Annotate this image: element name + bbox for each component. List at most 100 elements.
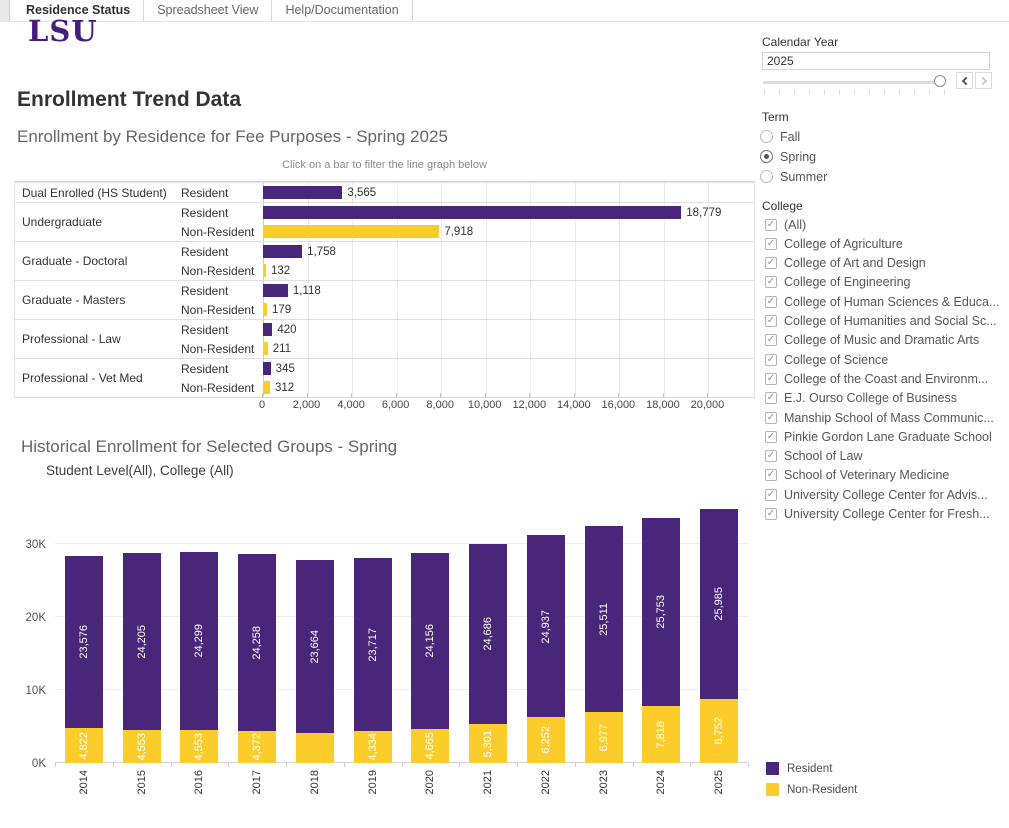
row-group-header[interactable]: Dual Enrolled (HS Student) <box>15 183 181 202</box>
college-checkbox-item[interactable]: ✓Manship School of Mass Communic... <box>765 409 994 426</box>
hist-bar[interactable]: 24,2994,553 <box>180 552 218 763</box>
term-radio-summer[interactable]: Summer <box>760 168 827 185</box>
college-checkbox-item[interactable]: ✓(All) <box>765 216 806 233</box>
page-title: Enrollment Trend Data <box>17 88 241 112</box>
residence-type-label[interactable]: Non-Resident <box>181 381 263 395</box>
hist-bar-nonresident-segment[interactable]: 4,334 <box>354 731 392 763</box>
hist-bar-nonresident-segment[interactable]: 4,553 <box>123 730 161 763</box>
residence-bar[interactable] <box>263 206 681 219</box>
residence-bar[interactable] <box>263 284 288 297</box>
hist-bar[interactable]: 24,1564,665 <box>411 553 449 763</box>
term-radio-fall[interactable]: Fall <box>760 128 800 145</box>
hist-bar-resident-segment[interactable]: 25,985 <box>700 509 738 699</box>
residence-bar[interactable] <box>263 323 272 336</box>
residence-bar[interactable] <box>263 245 302 258</box>
bar-value-label: 1,758 <box>307 246 336 258</box>
check-mark-icon: ✓ <box>767 393 775 403</box>
hist-bar-nonresident-segment[interactable]: 8,752 <box>700 699 738 763</box>
college-checkbox-item[interactable]: ✓College of Engineering <box>765 274 910 291</box>
hist-bar[interactable]: 25,7537,818 <box>642 518 680 763</box>
calendar-year-slider-knob[interactable] <box>934 75 946 87</box>
tab-help-documentation[interactable]: Help/Documentation <box>272 0 412 21</box>
hist-bar-resident-segment[interactable]: 24,299 <box>180 552 218 729</box>
checkbox-label: College of the Coast and Environm... <box>784 372 988 386</box>
residence-bar[interactable] <box>263 186 342 199</box>
residence-bar[interactable] <box>263 225 439 238</box>
hist-bar[interactable]: 23,5764,822 <box>65 556 103 763</box>
hist-bar-nonresident-segment[interactable]: 7,818 <box>642 706 680 763</box>
hist-bar-nonresident-segment[interactable]: 4,553 <box>180 730 218 763</box>
hist-bar-nonresident-segment[interactable] <box>296 733 334 763</box>
hist-bar-resident-segment[interactable]: 25,753 <box>642 518 680 706</box>
college-checkbox-item[interactable]: ✓University College Center for Fresh... <box>765 506 990 523</box>
hist-bar[interactable]: 23,7174,334 <box>354 558 392 763</box>
check-mark-icon: ✓ <box>767 335 775 345</box>
hist-bar[interactable]: 24,2584,372 <box>238 554 276 763</box>
year-next-button[interactable] <box>975 72 992 89</box>
calendar-year-input[interactable] <box>762 52 990 70</box>
row-group-header[interactable]: Graduate - Doctoral <box>15 242 181 280</box>
hist-bar-resident-segment[interactable]: 24,937 <box>527 535 565 717</box>
year-previous-button[interactable] <box>956 72 973 89</box>
college-checkbox-item[interactable]: ✓Pinkie Gordon Lane Graduate School <box>765 428 992 445</box>
hist-bar-band: 24,9376,252 <box>517 535 575 763</box>
hist-bar-resident-segment[interactable]: 23,717 <box>354 558 392 731</box>
college-checkbox-item[interactable]: ✓College of Science <box>765 351 888 368</box>
residence-type-label[interactable]: Resident <box>181 284 263 298</box>
hist-bar-nonresident-segment[interactable]: 4,822 <box>65 728 103 763</box>
residence-type-label[interactable]: Non-Resident <box>181 303 263 317</box>
hist-bar-resident-segment[interactable]: 23,576 <box>65 556 103 728</box>
residence-type-label[interactable]: Resident <box>181 323 263 337</box>
checkbox-icon: ✓ <box>765 373 777 385</box>
residence-type-label[interactable]: Resident <box>181 206 263 220</box>
hist-bar[interactable]: 24,9376,252 <box>527 535 565 763</box>
residence-type-label[interactable]: Resident <box>181 362 263 376</box>
row-group-header[interactable]: Professional - Vet Med <box>15 359 181 397</box>
hist-bar-nonresident-segment[interactable]: 5,301 <box>469 724 507 763</box>
hist-bar-nonresident-segment[interactable]: 4,372 <box>238 731 276 763</box>
residence-bar[interactable] <box>263 303 267 316</box>
hist-bar-resident-segment[interactable]: 24,156 <box>411 553 449 729</box>
college-checkbox-item[interactable]: ✓ College of the Coast and Environm... <box>765 370 988 387</box>
college-checkbox-item[interactable]: ✓College of Human Sciences & Educa... <box>765 293 999 310</box>
tab-scroll-stub[interactable] <box>0 0 10 21</box>
hist-bar[interactable]: 23,664 <box>296 560 334 763</box>
college-checkbox-item[interactable]: ✓College of Humanities and Social Sc... <box>765 313 997 330</box>
row-group-header[interactable]: Undergraduate <box>15 203 181 241</box>
hist-bar-resident-segment[interactable]: 24,205 <box>123 553 161 730</box>
hist-bar[interactable]: 25,5116,977 <box>585 526 623 763</box>
hist-bar[interactable]: 24,2054,553 <box>123 553 161 763</box>
hist-bar-resident-segment[interactable]: 23,664 <box>296 560 334 733</box>
tab-spreadsheet-view[interactable]: Spreadsheet View <box>144 0 272 21</box>
hist-bar-nonresident-segment[interactable]: 4,665 <box>411 729 449 763</box>
hist-bar[interactable]: 24,6865,301 <box>469 544 507 763</box>
calendar-year-slider-track[interactable] <box>763 81 941 84</box>
hist-bar-resident-segment[interactable]: 24,258 <box>238 554 276 731</box>
college-checkbox-item[interactable]: ✓School of Law <box>765 448 863 465</box>
college-checkbox-item[interactable]: ✓College of Art and Design <box>765 255 926 272</box>
hist-bar-nonresident-segment[interactable]: 6,252 <box>527 717 565 763</box>
residence-bar[interactable] <box>263 264 266 277</box>
row-group-header[interactable]: Professional - Law <box>15 320 181 358</box>
college-checkbox-item[interactable]: ✓E.J. Ourso College of Business <box>765 390 957 407</box>
college-checkbox-item[interactable]: ✓School of Veterinary Medicine <box>765 467 949 484</box>
residence-type-label[interactable]: Resident <box>181 245 263 259</box>
residence-type-label[interactable]: Non-Resident <box>181 225 263 239</box>
hist-bar-nonresident-segment[interactable]: 6,977 <box>585 712 623 763</box>
slider-tick-mark <box>899 90 900 95</box>
college-checkbox-item[interactable]: ✓University College Center for Advis... <box>765 486 988 503</box>
residence-bar[interactable] <box>263 342 268 355</box>
residence-bar[interactable] <box>263 362 271 375</box>
hist-bar-resident-segment[interactable]: 25,511 <box>585 526 623 712</box>
residence-bar[interactable] <box>263 381 270 394</box>
college-checkbox-item[interactable]: ✓College of Agriculture <box>765 235 903 252</box>
term-radio-spring[interactable]: Spring <box>760 148 816 165</box>
college-checkbox-item[interactable]: ✓College of Music and Dramatic Arts <box>765 332 979 349</box>
residence-type-label[interactable]: Resident <box>181 186 263 200</box>
hist-bar[interactable]: 25,9858,752 <box>700 509 738 763</box>
hist-bar-resident-segment[interactable]: 24,686 <box>469 544 507 724</box>
row-group-header[interactable]: Graduate - Masters <box>15 281 181 319</box>
check-mark-icon: ✓ <box>767 239 775 249</box>
residence-type-label[interactable]: Non-Resident <box>181 342 263 356</box>
residence-type-label[interactable]: Non-Resident <box>181 264 263 278</box>
